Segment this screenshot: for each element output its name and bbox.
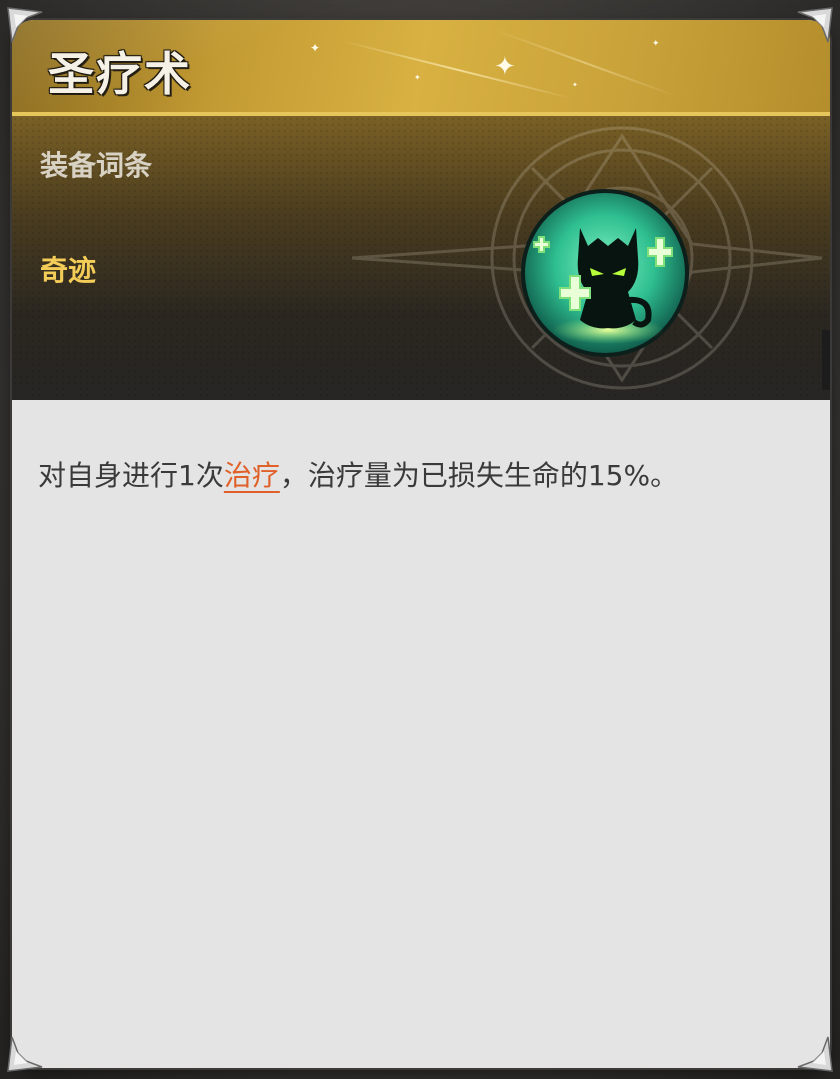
quality-label: 奇迹 (40, 254, 97, 287)
title-banner: ✦ ✦ ✦ ✦ ✦ 圣疗术 (12, 20, 830, 112)
skill-card: ✦ ✦ ✦ ✦ ✦ 圣疗术 装备词条 奇迹 对自身进行1次治疗，治疗量为已损失生… (12, 20, 830, 1068)
corner-ornament-top-right (797, 7, 833, 43)
heal-keyword-link[interactable]: 治疗 (224, 459, 280, 492)
description-text: ，治疗量为已损失生命的15%。 (279, 459, 679, 492)
light-streak (341, 40, 576, 101)
corner-ornament-bottom-left (7, 1036, 43, 1072)
corner-ornament-top-left (7, 7, 43, 43)
skill-title: 圣疗术 (48, 47, 192, 101)
corner-ornament-bottom-right (797, 1036, 833, 1072)
screen: ✦ ✦ ✦ ✦ ✦ 圣疗术 装备词条 奇迹 对自身进行1次治疗，治疗量为已损失生… (0, 0, 840, 1079)
sparkle-icon: ✦ (310, 41, 321, 55)
healing-demon-icon (521, 189, 689, 357)
sparkle-icon: ✦ (572, 81, 578, 89)
sparkle-icon: ✦ (414, 73, 421, 82)
sparkle-icon: ✦ (652, 39, 660, 49)
sparkle-icon: ✦ (494, 52, 516, 82)
info-panel: 装备词条 奇迹 (12, 116, 830, 400)
panel-edge (822, 330, 830, 390)
description-text: 对自身进行1次 (38, 459, 224, 492)
category-label: 装备词条 (40, 149, 153, 182)
skill-description: 对自身进行1次治疗，治疗量为已损失生命的15%。 (38, 454, 678, 494)
